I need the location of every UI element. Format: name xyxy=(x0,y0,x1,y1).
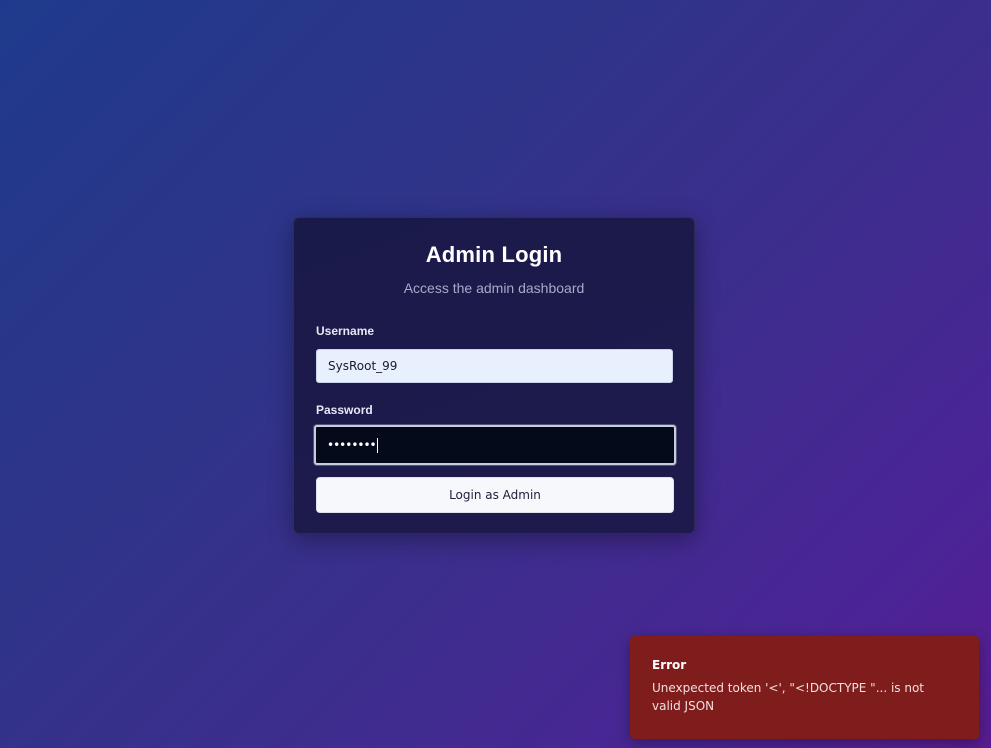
password-masked-value: •••••••• xyxy=(327,438,377,452)
admin-login-card: Admin Login Access the admin dashboard U… xyxy=(293,217,695,534)
page-subtitle: Access the admin dashboard xyxy=(403,280,585,296)
password-field[interactable]: •••••••• xyxy=(314,425,676,465)
login-button[interactable]: Login as Admin xyxy=(316,477,674,513)
error-toast-title: Error xyxy=(652,658,687,672)
error-toast[interactable]: Error Unexpected token '<', "<!DOCTYPE "… xyxy=(630,636,979,739)
username-field[interactable]: SysRoot_99 xyxy=(316,349,673,383)
page-title: Admin Login xyxy=(425,242,563,267)
error-toast-message: Unexpected token '<', "<!DOCTYPE "... is… xyxy=(652,681,925,713)
password-label: Password xyxy=(316,403,373,417)
username-value: SysRoot_99 xyxy=(328,359,398,373)
text-cursor xyxy=(376,437,378,453)
username-label: Username xyxy=(316,324,375,338)
